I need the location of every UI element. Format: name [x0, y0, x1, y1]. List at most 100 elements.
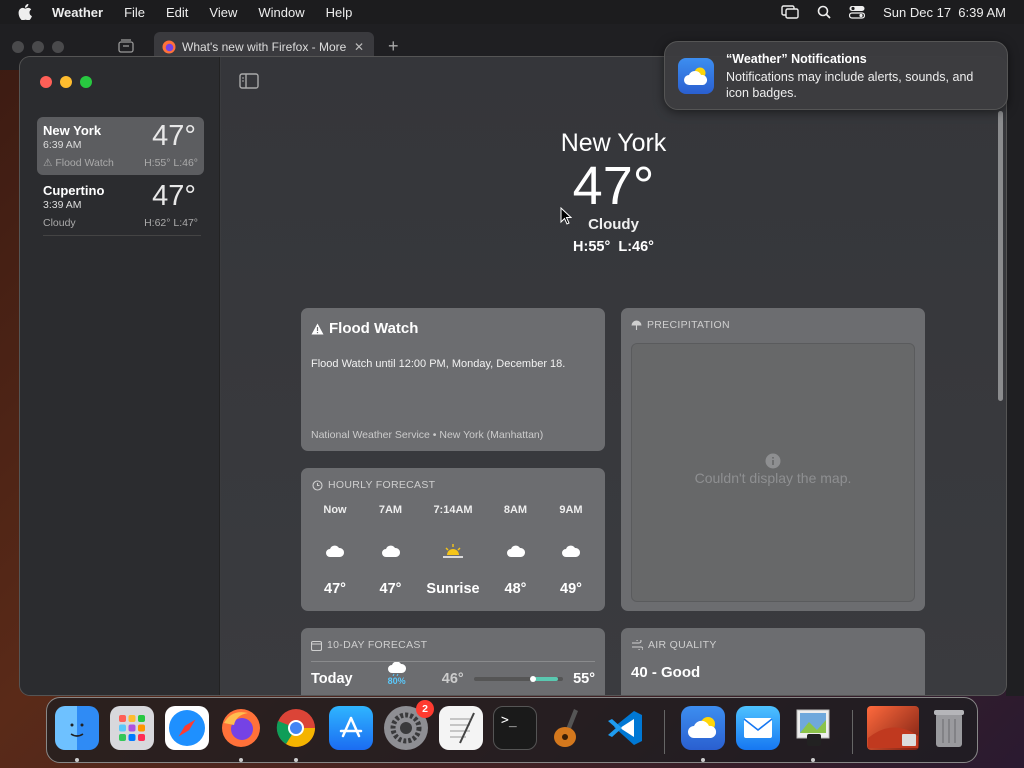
hour-time: 8AM	[503, 504, 528, 516]
ten-day-label: 10-DAY FORECAST	[327, 639, 428, 651]
safari-icon[interactable]	[165, 706, 209, 750]
mail-icon[interactable]	[736, 706, 780, 750]
menu-app-name[interactable]: Weather	[52, 5, 103, 20]
launchpad-icon[interactable]	[110, 706, 154, 750]
control-center-icon[interactable]	[849, 5, 866, 19]
hero-high-low: H:55° L:46°	[573, 239, 654, 255]
air-quality-label: AIR QUALITY	[648, 639, 717, 651]
garageband-icon[interactable]	[548, 706, 592, 750]
hourly-forecast-card[interactable]: HOURLY FORECAST Now 47° 7AM 47° 7:14AM S…	[301, 468, 605, 611]
flood-watch-title: Flood Watch	[311, 320, 595, 337]
menu-file[interactable]: File	[124, 5, 145, 20]
location-condition: ⚠ Flood Watch	[43, 157, 114, 169]
menu-bar: Weather File Edit View Window Help Sun D…	[0, 0, 1024, 24]
menu-datetime[interactable]: Sun Dec 17 6:39 AM	[883, 5, 1006, 20]
hourly-forecast-title: HOURLY FORECAST	[312, 479, 594, 491]
air-quality-value: 40 - Good	[631, 664, 701, 681]
wallpaper-thumbnail-icon[interactable]	[867, 706, 919, 750]
hour-value: 47°	[379, 581, 402, 597]
main-content: New York 47° Cloudy H:55° L:46° Flood Wa…	[221, 57, 1006, 695]
weather-app-icon	[678, 58, 714, 94]
terminal-icon[interactable]: >_	[493, 706, 537, 750]
settings-badge: 2	[416, 700, 434, 718]
scrollbar-thumb[interactable]	[998, 111, 1003, 401]
hour-time: 9AM	[559, 504, 583, 516]
hero-city: New York	[560, 129, 667, 157]
chrome-icon[interactable]	[274, 706, 318, 750]
menu-help[interactable]: Help	[326, 5, 353, 20]
minimize-window-button[interactable]	[60, 76, 72, 88]
precipitation-card[interactable]: PRECIPITATION Couldn't display the map.	[621, 308, 925, 611]
flood-watch-source: National Weather Service • New York (Man…	[311, 429, 544, 441]
close-window-button[interactable]	[40, 76, 52, 88]
cloud-icon	[506, 528, 526, 574]
hour-value: 48°	[504, 581, 527, 597]
location-condition: Cloudy	[43, 217, 76, 229]
flood-watch-body: Flood Watch until 12:00 PM, Monday, Dece…	[311, 358, 566, 370]
close-tab-icon[interactable]: ✕	[354, 40, 364, 54]
ten-day-divider	[311, 661, 595, 662]
finder-icon[interactable]	[55, 706, 99, 750]
hour-time: 7:14AM	[433, 504, 473, 516]
hour-time: 7AM	[378, 504, 403, 516]
firefox-logo-icon	[162, 40, 176, 54]
zoom-window-button[interactable]	[80, 76, 92, 88]
dock: 2 >_	[46, 697, 978, 763]
new-tab-icon[interactable]: +	[388, 36, 399, 57]
warning-icon	[311, 323, 324, 335]
preview-icon[interactable]	[791, 706, 835, 750]
firefox-icon[interactable]	[219, 706, 263, 750]
spotlight-search-icon[interactable]	[817, 5, 831, 19]
current-weather-hero: New York 47° Cloudy H:55° L:46°	[221, 129, 1006, 255]
vscode-icon[interactable]	[603, 706, 647, 750]
hero-condition: Cloudy	[588, 216, 639, 233]
menu-window[interactable]: Window	[258, 5, 304, 20]
hour-value: Sunrise	[426, 581, 480, 597]
trash-icon[interactable]	[927, 706, 971, 750]
hero-temp: 47°	[572, 156, 655, 216]
hourly-forecast-label: HOURLY FORECAST	[328, 479, 436, 491]
flood-watch-card[interactable]: Flood Watch Flood Watch until 12:00 PM, …	[301, 308, 605, 451]
firefox-traffic-lights[interactable]	[12, 41, 64, 53]
precip-chance: 80%	[387, 676, 406, 686]
sidebar-location-new-york[interactable]: New York 6:39 AM 47° ⚠ Flood Watch H:55°…	[37, 117, 204, 175]
notification-banner[interactable]: “Weather” Notifications Notifications ma…	[664, 41, 1008, 110]
app-store-icon[interactable]	[329, 706, 373, 750]
weather-dock-icon[interactable]	[681, 706, 725, 750]
air-quality-card[interactable]: AIR QUALITY 40 - Good	[621, 628, 925, 695]
firefox-tab-list-icon[interactable]	[118, 39, 134, 58]
precipitation-title: PRECIPITATION	[631, 319, 915, 331]
notification-title: “Weather” Notifications	[726, 52, 867, 66]
sidebar-toggle-icon[interactable]	[239, 73, 259, 94]
window-controls	[40, 76, 92, 88]
textedit-icon[interactable]	[439, 706, 483, 750]
sunrise-icon	[442, 528, 464, 574]
sidebar: New York 6:39 AM 47° ⚠ Flood Watch H:55°…	[20, 57, 220, 695]
mouse-cursor-icon	[560, 206, 573, 230]
location-temp: 47°	[152, 180, 196, 212]
precipitation-map[interactable]: Couldn't display the map.	[631, 343, 915, 602]
location-high-low: H:62° L:47°	[144, 217, 198, 229]
hour-column: 9AM 49°	[548, 504, 594, 597]
cloud-icon	[381, 528, 401, 574]
clock-icon	[312, 479, 323, 491]
screen-mirroring-icon[interactable]	[781, 5, 799, 19]
system-settings-icon[interactable]: 2	[384, 700, 434, 750]
ten-day-title: 10-DAY FORECAST	[311, 639, 595, 651]
menu-view[interactable]: View	[209, 5, 237, 20]
menu-edit[interactable]: Edit	[166, 5, 188, 20]
hourly-columns: Now 47° 7AM 47° 7:14AM Sunrise 8AM 48° 9…	[312, 504, 594, 597]
cloud-icon	[325, 528, 345, 574]
hour-column: 8AM 48°	[493, 504, 539, 597]
hour-value: 49°	[560, 581, 582, 597]
apple-menu-icon[interactable]	[18, 4, 38, 20]
temperature-range-bar	[473, 676, 564, 682]
hour-column: 7:14AM Sunrise	[423, 504, 483, 597]
firefox-scroll-area	[1006, 70, 1024, 696]
hour-column: 7AM 47°	[368, 504, 414, 597]
sidebar-location-cupertino[interactable]: Cupertino 3:39 AM 47° Cloudy H:62° L:47°	[37, 177, 204, 235]
hour-value: 47°	[324, 581, 346, 597]
notification-body: Notifications may include alerts, sounds…	[726, 70, 974, 100]
ten-day-forecast-card[interactable]: 10-DAY FORECAST Today 80% 46° 55°	[301, 628, 605, 695]
weather-window: New York 6:39 AM 47° ⚠ Flood Watch H:55°…	[20, 57, 1006, 695]
